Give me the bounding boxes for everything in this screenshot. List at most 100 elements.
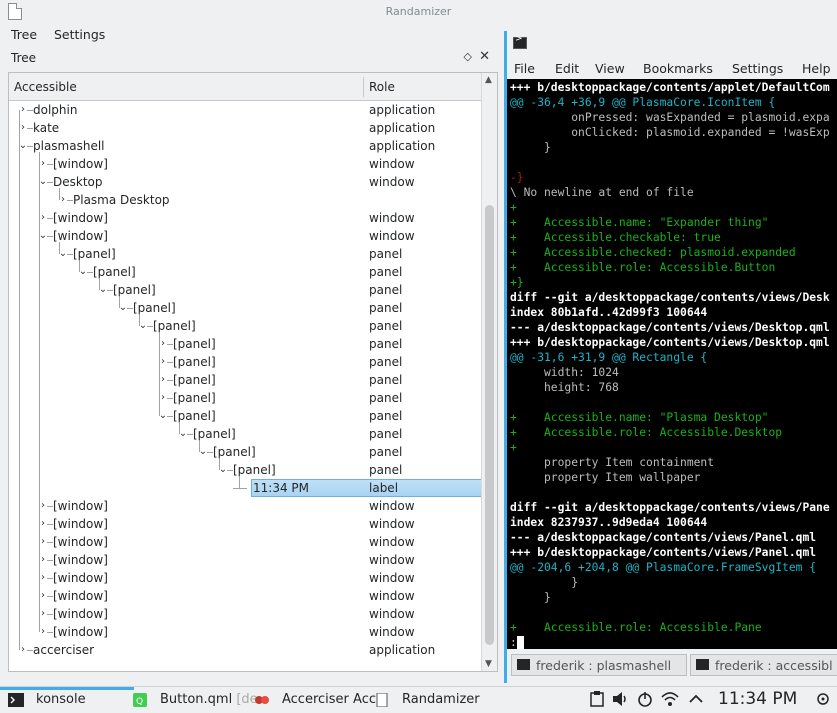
system-clock[interactable]: 11:34 PM	[718, 689, 797, 709]
tree-row-role: window	[369, 571, 415, 585]
tree-row[interactable]: › [window] window	[9, 209, 481, 227]
tree-guide-line	[59, 242, 60, 254]
tree-row-role: application	[369, 103, 436, 117]
menu-view[interactable]: View	[595, 61, 625, 76]
tree-row[interactable]: ⌄ plasmashell application	[9, 137, 481, 155]
menu-bookmarks[interactable]: Bookmarks	[643, 61, 713, 76]
terminal-line: \ No newline at end of file	[510, 186, 694, 199]
tree-row[interactable]: › [window] window	[9, 605, 481, 623]
tree-row-role: panel	[369, 409, 403, 423]
terminal-line: @@ -31,6 +31,9 @@ Rectangle {	[510, 351, 708, 364]
window-titlebar[interactable]: Randamizer	[0, 0, 837, 24]
tree-row[interactable]: ⌄ [panel] panel	[9, 317, 481, 335]
tree-row-role: window	[369, 535, 415, 549]
tree-guide-line	[239, 476, 240, 488]
tree-row[interactable]: › [window] window	[9, 497, 481, 515]
tree-row-role: window	[369, 517, 415, 531]
menu-edit[interactable]: Edit	[555, 61, 579, 76]
terminal-cursor	[517, 636, 524, 649]
tree-row[interactable]: › kate application	[9, 119, 481, 137]
menu-settings[interactable]: Settings	[54, 27, 105, 42]
konsole-tabbar: frederik : plasmashell frederik : access…	[507, 651, 837, 681]
tab-plasmashell[interactable]: frederik : plasmashell	[511, 654, 687, 676]
terminal-line: }	[510, 591, 551, 604]
scroll-up-icon[interactable]: ▲	[485, 75, 492, 85]
close-dock-icon[interactable]: ✕	[479, 49, 490, 64]
tree-row[interactable]: ⌄ Desktop window	[9, 173, 481, 191]
tree-row[interactable]: › [window] window	[9, 533, 481, 551]
tree-row-name: [window]	[53, 229, 108, 243]
konsole-window: File Edit View Bookmarks Settings Help +…	[504, 31, 837, 683]
volume-icon[interactable]	[612, 691, 630, 711]
tree-row-role: window	[369, 229, 415, 243]
tree-dock-header: Tree ◇ ✕	[6, 47, 498, 69]
tree-row[interactable]: › [window] window	[9, 569, 481, 587]
tree-row[interactable]: › [window] window	[9, 623, 481, 641]
dock-title: Tree	[11, 51, 37, 65]
tab-accessibility[interactable]: frederik : accessibl	[690, 654, 837, 676]
menu-file[interactable]: File	[514, 61, 535, 76]
scroll-thumb[interactable]	[485, 205, 494, 645]
tree-row-role: panel	[369, 247, 403, 261]
tree-row[interactable]: ⌄ [window] window	[9, 227, 481, 245]
chevron-up-icon[interactable]	[688, 691, 704, 711]
task-label: konsole	[36, 692, 86, 707]
tree-row-name: Plasma Desktop	[73, 193, 170, 207]
terminal-line: }	[510, 576, 579, 589]
tree-row-name: [window]	[53, 589, 108, 603]
tree-scrollbar[interactable]: ▲ ▼	[481, 73, 497, 671]
column-separator[interactable]	[363, 77, 364, 97]
clipboard-icon[interactable]	[590, 691, 604, 711]
tree-row[interactable]: ⌄ [panel] panel	[9, 425, 481, 443]
tree-guide-line	[39, 152, 40, 632]
tree-row[interactable]: › [window] window	[9, 551, 481, 569]
tree-row-name: dolphin	[33, 103, 78, 117]
tree-row[interactable]: › [panel] panel	[9, 335, 481, 353]
task-label: Button.qml [de	[160, 692, 258, 707]
tree-row[interactable]: ⌄ [panel] panel	[9, 281, 481, 299]
task-button-qml[interactable]: Q Button.qml [de	[124, 687, 258, 713]
plasma-toolbox-icon[interactable]	[815, 691, 831, 711]
terminal-line: +}	[510, 276, 524, 289]
tree-row[interactable]: › [panel] panel	[9, 353, 481, 371]
terminal-line: onClicked: plasmoid.expanded = !wasExp	[510, 126, 830, 139]
tree-row[interactable]: › [panel] panel	[9, 371, 481, 389]
tree-row[interactable]: › Plasma Desktop	[9, 191, 481, 209]
float-dock-icon[interactable]: ◇	[464, 50, 472, 63]
tree-guide-line	[119, 296, 120, 308]
accessible-tree-view[interactable]: Accessible Role › dolphin application › kate…	[8, 72, 498, 672]
tree-row[interactable]: › [panel] panel	[9, 389, 481, 407]
tree-row[interactable]: 11:34 PM label	[9, 479, 481, 497]
tree-row-role: panel	[369, 445, 403, 459]
tree-row[interactable]: › [window] window	[9, 515, 481, 533]
column-accessible[interactable]: Accessible	[14, 80, 77, 94]
tree-row[interactable]: › accerciser application	[9, 641, 481, 659]
task-randamizer[interactable]: Randamizer	[366, 687, 486, 713]
tree-row[interactable]: › dolphin application	[9, 101, 481, 119]
scroll-down-icon[interactable]: ▼	[485, 659, 492, 669]
terminal-line: + Accessible.checked: plasmoid.expanded	[510, 246, 796, 259]
terminal-output[interactable]: +++ b/desktoppackage/contents/applet/Def…	[507, 79, 837, 649]
terminal-line: @@ -204,6 +204,8 @@ PlasmaCore.FrameSvgI…	[510, 561, 817, 574]
tree-row-role: window	[369, 553, 415, 567]
column-role[interactable]: Role	[369, 80, 395, 94]
tree-row-role: panel	[369, 427, 403, 441]
tree-row[interactable]: ⌄ [panel] panel	[9, 407, 481, 425]
tree-row-role: panel	[369, 463, 403, 477]
tree-row[interactable]: ⌄ [panel] panel	[9, 299, 481, 317]
konsole-icon	[513, 34, 527, 49]
menu-help[interactable]: Help	[802, 61, 831, 76]
task-accerciser[interactable]: Accerciser Acc	[246, 687, 376, 713]
wifi-icon[interactable]	[661, 691, 679, 711]
tree-row[interactable]: › [window] window	[9, 155, 481, 173]
tree-row-name: [window]	[53, 607, 108, 621]
task-label: Accerciser Acc	[282, 692, 376, 707]
tree-row[interactable]: ⌄ [panel] panel	[9, 461, 481, 479]
power-icon[interactable]	[637, 691, 653, 711]
menu-settings-konsole[interactable]: Settings	[732, 61, 783, 76]
menu-tree[interactable]: Tree	[11, 27, 37, 42]
tree-row-name: [window]	[53, 553, 108, 567]
tree-row[interactable]: › [window] window	[9, 587, 481, 605]
task-konsole[interactable]: konsole	[0, 687, 134, 713]
tree-row[interactable]: ⌄ [panel] panel	[9, 443, 481, 461]
